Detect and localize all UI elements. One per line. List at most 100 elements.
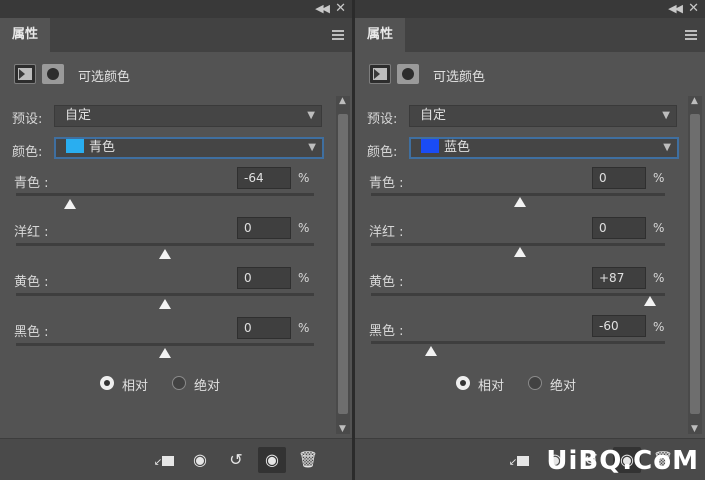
panel-top-strip: ◀◀ ✕ [0,0,352,18]
eye-icon[interactable]: ◉ [258,447,286,473]
panel-bottom-toolbar: ↙ ◉ ↺ ◉ 🗑 [0,438,352,480]
radio-absolute[interactable] [172,376,186,390]
adjustment-title: 可选颜色 [433,70,486,85]
black-slider-track[interactable] [16,343,314,346]
magenta-slider-thumb[interactable] [514,247,526,257]
radio-relative-label[interactable]: 相对 [478,375,504,394]
radio-absolute-label[interactable]: 绝对 [194,375,220,394]
scrollbar-thumb[interactable] [338,114,348,414]
properties-panel-left: ◀◀ ✕ 属性 可选颜色 预设: 自定 ▼ 颜色: 青色 ▼ 青色 : -64 … [0,0,352,480]
black-slider-track[interactable] [371,341,665,344]
reset-icon[interactable]: ↺ [222,447,250,473]
black-slider-thumb[interactable] [424,346,437,356]
scroll-up-icon[interactable]: ▲ [691,96,698,106]
color-value: 青色 [89,140,116,155]
radio-relative-label[interactable]: 相对 [122,375,148,394]
preset-select[interactable]: 自定 ▼ [409,105,677,127]
slider-label-cyan: 青色 : [14,176,49,191]
adjustment-title-bar: 可选颜色 [355,52,705,96]
scrollbar[interactable]: ▲ ▼ [336,96,350,434]
cyan-slider-thumb[interactable] [514,197,526,207]
cyan-slider-track[interactable] [371,193,665,196]
scroll-down-icon[interactable]: ▼ [691,424,698,434]
preset-select[interactable]: 自定 ▼ [54,105,322,127]
percent-sign: % [298,171,310,185]
slider-label-cyan: 青色 : [369,176,404,191]
black-value-field[interactable]: -60 [592,315,646,337]
panel-menu-icon[interactable] [685,30,697,40]
yellow-value-field[interactable]: +87 [592,267,646,289]
yellow-slider-track[interactable] [16,293,314,296]
cyan-value-field[interactable]: 0 [592,167,646,189]
collapse-arrows-icon[interactable]: ◀◀ [668,2,683,16]
adjustment-title: 可选颜色 [78,70,131,85]
magenta-slider-track[interactable] [371,243,665,246]
magenta-slider-track[interactable] [16,243,314,246]
tab-properties[interactable]: 属性 [355,18,405,52]
chevron-down-icon: ▼ [662,110,670,121]
chevron-down-icon: ▼ [663,142,671,153]
color-swatch [421,139,439,153]
cyan-slider-track[interactable] [16,193,314,196]
adjustment-icon[interactable] [369,64,391,84]
slider-label-magenta: 洋红 : [14,225,49,240]
adjustment-icon[interactable] [14,64,36,84]
slider-label-black: 黑色 : [14,325,49,340]
clip-to-layer-icon[interactable]: ↙ [505,447,533,473]
close-icon[interactable]: ✕ [335,2,346,16]
radio-absolute-label[interactable]: 绝对 [550,375,576,394]
site-watermark: UiBQ.CoM [546,446,699,476]
panel-tab-bar: 属性 [355,18,705,52]
trash-icon[interactable]: 🗑 [294,447,322,473]
color-label: 颜色: [367,145,398,160]
percent-sign: % [298,221,310,235]
scrollbar[interactable]: ▲ ▼ [688,96,702,434]
magenta-value-field[interactable]: 0 [237,217,291,239]
percent-sign: % [653,271,665,285]
yellow-slider-thumb[interactable] [159,299,171,309]
color-value: 蓝色 [444,140,471,155]
layer-mask-icon[interactable] [397,64,419,84]
black-slider-thumb[interactable] [159,348,171,358]
method-radio-group: 相对 绝对 [456,374,616,394]
panel-menu-icon[interactable] [332,30,344,40]
color-swatch [66,139,84,153]
yellow-slider-thumb[interactable] [643,296,656,306]
radio-relative[interactable] [456,376,470,390]
radio-absolute[interactable] [528,376,542,390]
black-value-field[interactable]: 0 [237,317,291,339]
scroll-down-icon[interactable]: ▼ [339,424,346,434]
cyan-value-field[interactable]: -64 [237,167,291,189]
percent-sign: % [298,321,310,335]
slider-label-black: 黑色 : [369,324,404,339]
percent-sign: % [653,221,665,235]
yellow-slider-track[interactable] [371,293,665,296]
scroll-up-icon[interactable]: ▲ [339,96,346,106]
cyan-slider-thumb[interactable] [63,199,76,209]
tab-properties[interactable]: 属性 [0,18,50,52]
preset-value: 自定 [65,108,92,123]
color-label: 颜色: [12,145,43,160]
yellow-value-field[interactable]: 0 [237,267,291,289]
preset-label: 预设: [367,112,398,127]
method-radio-group: 相对 绝对 [100,374,260,394]
slider-label-magenta: 洋红 : [369,225,404,240]
clip-to-layer-icon[interactable]: ↙ [150,447,178,473]
magenta-value-field[interactable]: 0 [592,217,646,239]
color-select[interactable]: 蓝色 ▼ [409,137,679,159]
color-select[interactable]: 青色 ▼ [54,137,324,159]
panel-tab-bar: 属性 [0,18,352,52]
preset-value: 自定 [420,108,447,123]
radio-relative[interactable] [100,376,114,390]
chevron-down-icon: ▼ [307,110,315,121]
scrollbar-thumb[interactable] [690,114,700,414]
layer-mask-icon[interactable] [42,64,64,84]
magenta-slider-thumb[interactable] [159,249,171,259]
slider-label-yellow: 黄色 : [369,275,404,290]
preset-label: 预设: [12,112,43,127]
percent-sign: % [653,171,665,185]
view-previous-state-icon[interactable]: ◉ [186,447,214,473]
collapse-arrows-icon[interactable]: ◀◀ [315,2,330,16]
properties-panel-right: ◀◀ ✕ 属性 可选颜色 预设: 自定 ▼ 颜色: 蓝色 ▼ 青色 : 0 % … [355,0,705,480]
close-icon[interactable]: ✕ [688,2,699,16]
